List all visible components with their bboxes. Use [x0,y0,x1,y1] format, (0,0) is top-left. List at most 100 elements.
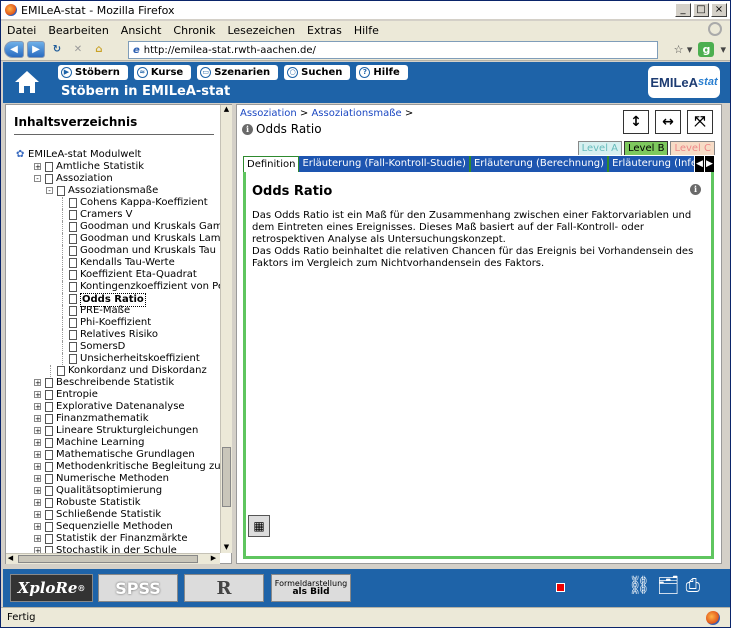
record-indicator-icon[interactable] [556,583,565,592]
expand-icon[interactable]: + [34,439,41,447]
toc-horizontal-scrollbar[interactable]: ◀ ▶ [6,553,220,564]
expand-horizontal-icon[interactable]: ↔ [655,110,681,134]
menu-extras[interactable]: Extras [307,24,342,37]
info-icon[interactable]: i [690,184,701,195]
tree-item[interactable]: + Lineare Strukturgleichungen [6,425,231,437]
tree-item[interactable]: + Sequenzielle Methoden [6,521,231,533]
tree-item[interactable]: Goodman und Kruskals Lambda [6,233,231,245]
scroll-down-icon[interactable]: ▼ [222,543,231,552]
expand-icon[interactable]: + [34,427,41,435]
nav-kurse-button[interactable]: ≈ Kurse [133,65,192,80]
scroll-left-icon[interactable]: ◀ [6,554,15,563]
tree-item[interactable]: + Entropie [6,389,231,401]
folder-tree-icon[interactable]: 🗂 [657,575,680,596]
menu-bearbeiten[interactable]: Bearbeiten [48,24,108,37]
expand-icon[interactable]: + [34,415,41,423]
breadcrumb-assoziation[interactable]: Assoziation [240,108,297,119]
nav-szenarien-button[interactable]: ▭ Szenarien [197,65,279,80]
fullscreen-icon[interactable]: ⤧ [687,110,713,134]
tree-item[interactable]: + Numerische Methoden [6,473,231,485]
tree-item[interactable]: + Robuste Statistik [6,497,231,509]
tree-item[interactable]: ✿ EMILeA-stat Modulwelt [6,149,231,161]
tree-item[interactable]: Unsicherheitskoeffizient [6,353,231,365]
tab-scroll-right-icon[interactable]: ▶ [704,156,714,172]
tree-item[interactable]: Cramers V [6,209,231,221]
toc-vertical-scrollbar[interactable]: ▲ ▼ [220,105,232,553]
nav-hilfe-button[interactable]: ? Hilfe [356,65,408,80]
expand-icon[interactable]: + [34,379,41,387]
tree-item[interactable]: Konkordanz und Diskordanz [6,365,231,377]
bookmark-star-icon[interactable]: ☆ ▾ [674,43,693,56]
calculator-icon[interactable]: ▦ [248,515,270,537]
tree-item[interactable]: PRE-Maße [6,305,231,317]
xplore-button[interactable]: XploRe ® [10,574,93,602]
tree-item[interactable]: - Assoziationsmaße [6,185,231,197]
expand-icon[interactable]: + [34,499,41,507]
r-button[interactable]: R [184,574,264,602]
tree-item[interactable]: + Machine Learning [6,437,231,449]
tree-item[interactable]: Odds Ratio [6,293,231,307]
tree-item[interactable]: + Statistik der Finanzmärkte [6,533,231,545]
nav-stoebern-button[interactable]: ▶ Stöbern [58,65,128,80]
tab-erlaeuterung-inferenz[interactable]: Erläuterung (Infer [609,156,707,172]
expand-icon[interactable]: + [34,463,41,471]
tab-definition[interactable]: Definition [243,156,300,172]
expand-icon[interactable]: + [34,391,41,399]
expand-icon[interactable]: + [34,535,41,543]
home-icon[interactable]: ⌂ [90,41,108,58]
tree-item[interactable]: + Methodenkritische Begleitung zu PISA 20 [6,461,231,473]
tree-structure-icon[interactable]: ⛓ [628,575,651,596]
formula-image-button[interactable]: Formeldarstellung als Bild [271,574,351,602]
level-b-tab[interactable]: Level B [624,141,669,155]
menu-datei[interactable]: Datei [7,24,36,37]
menu-chronik[interactable]: Chronik [173,24,215,37]
scroll-right-icon[interactable]: ▶ [209,554,218,563]
expand-icon[interactable]: + [34,403,41,411]
expand-icon[interactable]: + [34,523,41,531]
forward-arrow-icon[interactable]: ▶ [27,41,45,58]
tab-scroll-left-icon[interactable]: ◀ [694,156,704,172]
info-icon[interactable]: i [242,123,253,135]
search-dropdown-icon[interactable]: ▾ [720,43,726,56]
tree-item[interactable]: + Beschreibende Statistik [6,377,231,389]
collapse-icon[interactable]: - [34,175,41,183]
tree-item[interactable]: Relatives Risiko [6,329,231,341]
tab-erlaeuterung-berechnung[interactable]: Erläuterung (Berechnung) [470,156,610,172]
expand-icon[interactable]: + [34,511,41,519]
tree-item[interactable]: SomersD [6,341,231,353]
tree-item[interactable]: + Mathematische Grundlagen [6,449,231,461]
tree-item[interactable]: Kontingenzkoeffizient von Pearson [6,281,231,293]
tree-item[interactable]: Koeffizient Eta-Quadrat [6,269,231,281]
address-bar[interactable]: e http://emilea-stat.rwth-aachen.de/ [128,41,658,59]
expand-icon[interactable]: + [34,487,41,495]
tree-item[interactable]: + Finanzmathematik [6,413,231,425]
tree-item[interactable]: Goodman und Kruskals Gamma [6,221,231,233]
scroll-thumb[interactable] [222,447,231,507]
collapse-icon[interactable]: - [46,187,53,195]
expand-icon[interactable]: + [34,475,41,483]
breadcrumb-assoziationsmasse[interactable]: Assoziationsmaße [311,108,401,119]
back-arrow-icon[interactable]: ◀ [4,41,24,58]
stop-icon[interactable]: ✕ [69,41,87,58]
maximize-button[interactable]: □ [693,3,709,17]
tree-item[interactable]: Kendalls Tau-Werte [6,257,231,269]
level-c-tab[interactable]: Level C [670,141,715,155]
site-home-button[interactable] [10,65,44,99]
expand-icon[interactable]: + [34,451,41,459]
google-search-icon[interactable]: g [698,42,715,57]
menu-lesezeichen[interactable]: Lesezeichen [227,24,295,37]
spss-button[interactable]: SPSS [98,574,178,602]
tree-item[interactable]: + Explorative Datenanalyse [6,401,231,413]
menu-ansicht[interactable]: Ansicht [121,24,162,37]
tab-erlaeuterung-fall-kontroll[interactable]: Erläuterung (Fall-Kontroll-Studie) [299,156,471,172]
expand-vertical-icon[interactable]: ↕ [623,110,649,134]
tree-item[interactable]: + Qualitätsoptimierung [6,485,231,497]
tree-item[interactable]: + Amtliche Statistik [6,161,231,173]
menu-hilfe[interactable]: Hilfe [354,24,379,37]
expand-icon[interactable]: + [34,163,41,171]
tree-item[interactable]: Phi-Koeffizient [6,317,231,329]
reload-icon[interactable]: ↻ [48,41,66,58]
tree-item[interactable]: Goodman und Kruskals Tau [6,245,231,257]
level-a-tab[interactable]: Level A [577,141,622,155]
tree-item[interactable]: + Schließende Statistik [6,509,231,521]
